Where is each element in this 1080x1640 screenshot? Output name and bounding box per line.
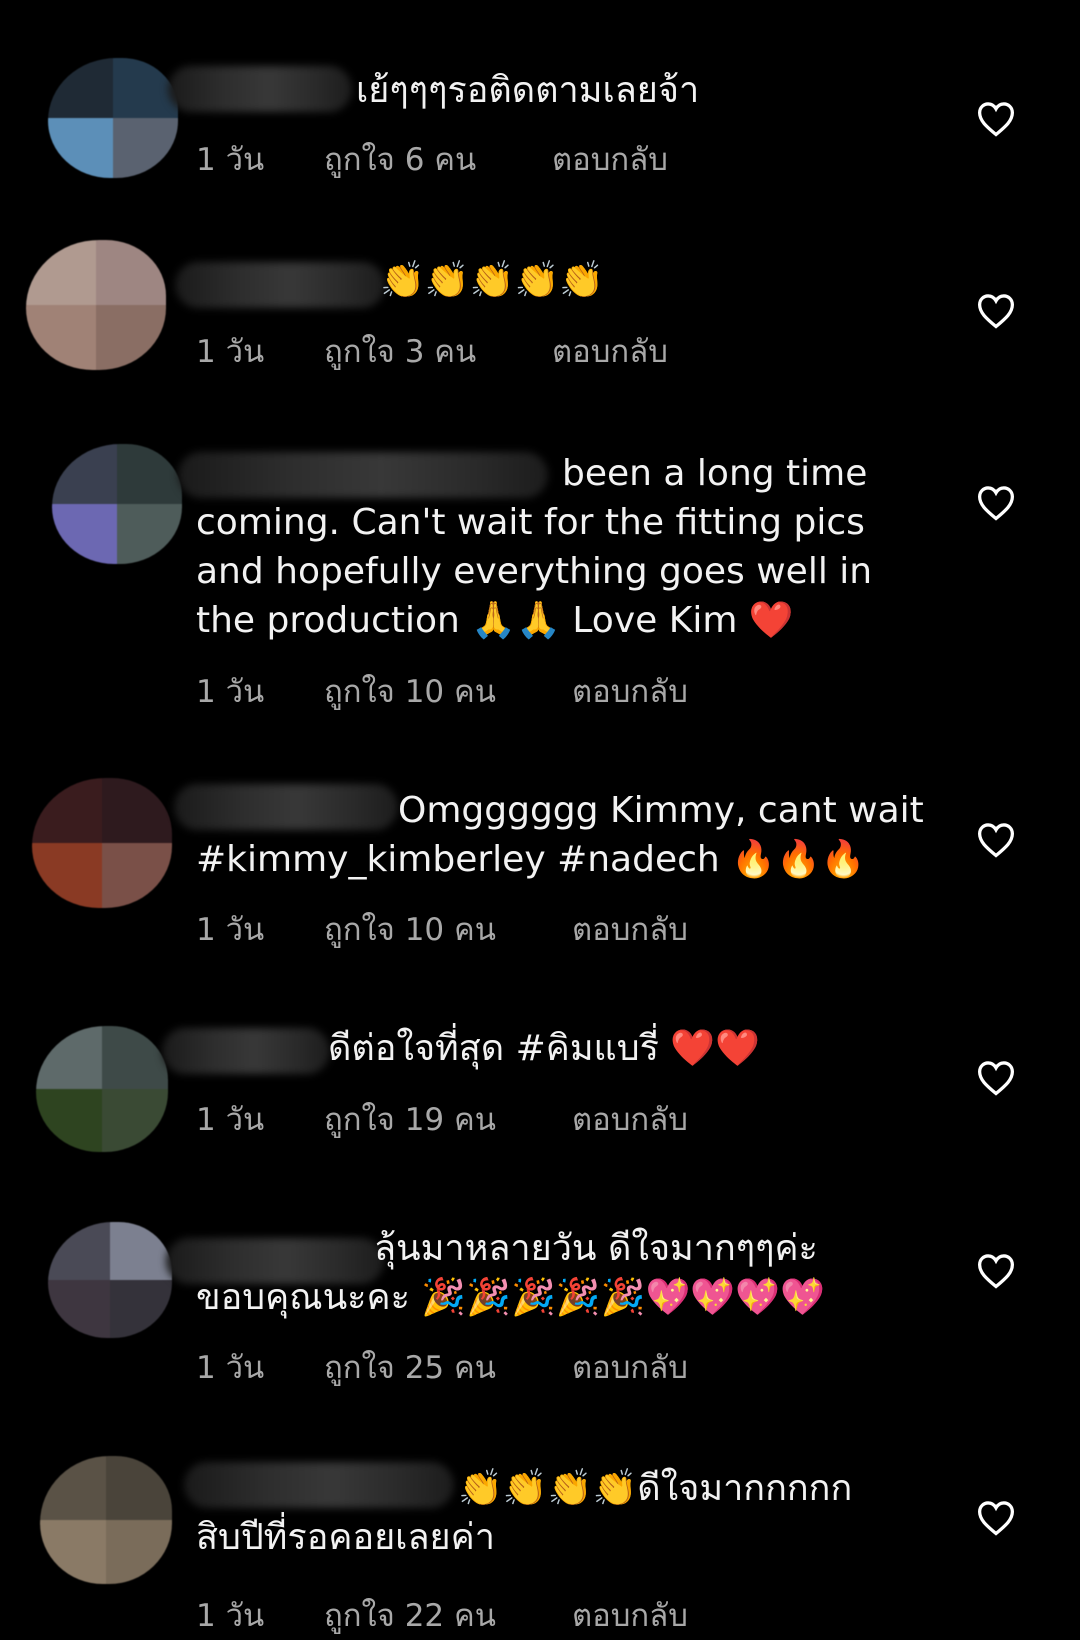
- reply-button[interactable]: ตอบกลับ: [552, 134, 668, 184]
- comment-time: 1 วัน: [196, 142, 265, 178]
- like-count-link[interactable]: ถูกใจ 22 คน: [324, 1590, 496, 1640]
- username-redacted[interactable]: [162, 1028, 330, 1074]
- like-count-link[interactable]: ถูกใจ 10 คน: [324, 904, 496, 954]
- comment-text: 👏👏👏👏ดีใจมากกกกก สิบปีที่รอคอยเลยค่า: [196, 1468, 853, 1558]
- reply-button[interactable]: ตอบกลับ: [572, 1094, 688, 1144]
- reply-button[interactable]: ตอบกลับ: [572, 1342, 688, 1392]
- comment-time: 1 วัน: [196, 334, 265, 370]
- like-count-link[interactable]: ถูกใจ 3 คน: [324, 326, 476, 376]
- heart-outline-icon[interactable]: [976, 293, 1016, 329]
- like-count-link[interactable]: ถูกใจ 25 คน: [324, 1342, 496, 1392]
- heart-outline-icon[interactable]: [976, 1500, 1016, 1536]
- comment-time: 1 วัน: [196, 674, 265, 710]
- like-count-link[interactable]: ถูกใจ 6 คน: [324, 134, 476, 184]
- heart-outline-icon[interactable]: [976, 822, 1016, 858]
- avatar[interactable]: [36, 1026, 168, 1152]
- comment-time: 1 วัน: [196, 1598, 265, 1634]
- avatar[interactable]: [40, 1456, 172, 1584]
- comment-text: ลุ้นมาหลายวัน ดีใจมากๆๆค่ะ ขอบคุณนะคะ 🎉🎉…: [196, 1228, 825, 1318]
- comment-text: เย้ๆๆๆรอติดตามเลยจ้า: [356, 70, 700, 111]
- reply-button[interactable]: ตอบกลับ: [552, 326, 668, 376]
- heart-outline-icon[interactable]: [976, 101, 1016, 137]
- avatar[interactable]: [32, 778, 172, 908]
- like-count-link[interactable]: ถูกใจ 19 คน: [324, 1094, 496, 1144]
- avatar[interactable]: [48, 58, 178, 178]
- heart-outline-icon[interactable]: [976, 1253, 1016, 1289]
- reply-button[interactable]: ตอบกลับ: [572, 904, 688, 954]
- avatar[interactable]: [52, 444, 182, 564]
- comment-time: 1 วัน: [196, 1350, 265, 1386]
- reply-button[interactable]: ตอบกลับ: [572, 666, 688, 716]
- heart-outline-icon[interactable]: [976, 485, 1016, 521]
- comment-time: 1 วัน: [196, 1102, 265, 1138]
- comment-text: Omgggggg Kimmy, cant wait #kimmy_kimberl…: [196, 790, 924, 880]
- comment-time: 1 วัน: [196, 912, 265, 948]
- heart-outline-icon[interactable]: [976, 1060, 1016, 1096]
- reply-button[interactable]: ตอบกลับ: [572, 1590, 688, 1640]
- like-count-link[interactable]: ถูกใจ 10 คน: [324, 666, 496, 716]
- username-redacted[interactable]: [168, 66, 352, 112]
- avatar[interactable]: [26, 240, 166, 370]
- avatar[interactable]: [48, 1222, 172, 1338]
- comment-text: been a long time coming. Can't wait for …: [196, 453, 873, 641]
- comment-text: 👏👏👏👏👏: [380, 260, 605, 301]
- comment-text: ดีต่อใจที่สุด #คิมแบรี่ ❤️❤️: [328, 1028, 761, 1069]
- username-redacted[interactable]: [175, 262, 385, 308]
